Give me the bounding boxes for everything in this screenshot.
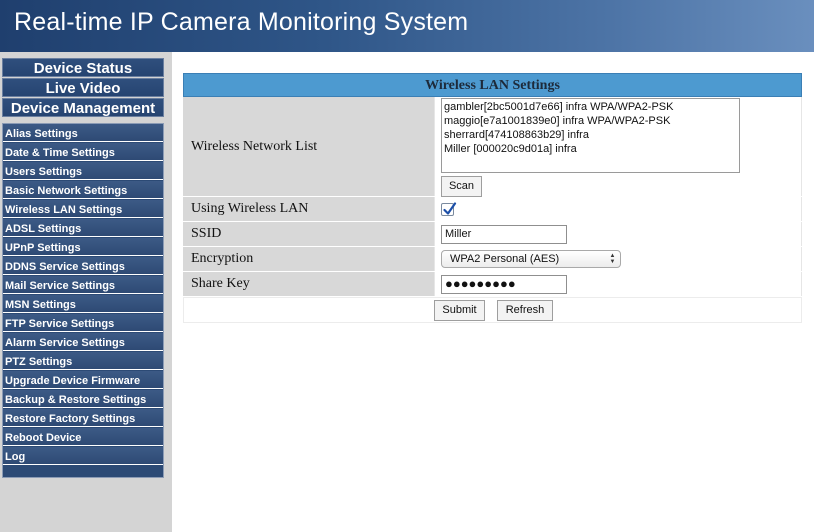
ssid-row: SSID Miller (183, 222, 802, 247)
menu-basic-network-settings[interactable]: Basic Network Settings (3, 181, 163, 199)
menu-ptz-settings[interactable]: PTZ Settings (3, 352, 163, 370)
encryption-selected-value: WPA2 Personal (AES) (450, 253, 560, 265)
menu-log[interactable]: Log (3, 447, 163, 465)
menu-alarm-service-settings[interactable]: Alarm Service Settings (3, 333, 163, 351)
using-wireless-checkbox[interactable] (441, 201, 457, 216)
network-list-row: Wireless Network List gambler[2bc5001d7e… (183, 97, 802, 197)
share-key-cell: ●●●●●●●●● (434, 272, 802, 296)
menu-wireless-lan-settings[interactable]: Wireless LAN Settings (3, 200, 163, 218)
network-item[interactable]: gambler[2bc5001d7e66] infra WPA/WPA2-PSK (444, 100, 737, 114)
menu-alias-settings[interactable]: Alias Settings (3, 124, 163, 142)
network-item[interactable]: Miller [000020c9d01a] infra (444, 142, 737, 156)
encryption-cell: WPA2 Personal (AES) ▲ ▼ (434, 247, 802, 271)
menu-mail-service-settings[interactable]: Mail Service Settings (3, 276, 163, 294)
share-key-label: Share Key (183, 272, 434, 296)
menu-ddns-service-settings[interactable]: DDNS Service Settings (3, 257, 163, 275)
main-nav: Device Status Live Video Device Manageme… (2, 58, 164, 118)
network-list-wrap: gambler[2bc5001d7e66] infra WPA/WPA2-PSK… (441, 97, 740, 197)
app-header: Real-time IP Camera Monitoring System (0, 0, 814, 52)
settings-menu: Alias Settings Date & Time Settings User… (2, 123, 164, 478)
nav-device-status[interactable]: Device Status (2, 58, 164, 77)
app-title: Real-time IP Camera Monitoring System (14, 8, 469, 36)
panel-title: Wireless LAN Settings (183, 73, 802, 97)
ssid-cell: Miller (434, 222, 802, 246)
sidebar: Device Status Live Video Device Manageme… (0, 52, 172, 532)
using-wireless-cell (434, 197, 802, 221)
nav-device-management[interactable]: Device Management (2, 98, 164, 117)
menu-upgrade-device-firmware[interactable]: Upgrade Device Firmware (3, 371, 163, 389)
menu-upnp-settings[interactable]: UPnP Settings (3, 238, 163, 256)
submit-button[interactable]: Submit (434, 299, 485, 321)
menu-ftp-service-settings[interactable]: FTP Service Settings (3, 314, 163, 332)
scan-button[interactable]: Scan (441, 176, 482, 197)
encryption-row: Encryption WPA2 Personal (AES) ▲ ▼ (183, 247, 802, 272)
network-list-label: Wireless Network List (183, 97, 434, 196)
ssid-input[interactable]: Miller (441, 224, 567, 244)
checkmark-icon (443, 201, 457, 215)
share-key-row: Share Key ●●●●●●●●● (183, 272, 802, 297)
nav-live-video[interactable]: Live Video (2, 78, 164, 97)
refresh-button[interactable]: Refresh (497, 299, 553, 321)
share-key-input[interactable]: ●●●●●●●●● (441, 274, 567, 294)
menu-backup-restore-settings[interactable]: Backup & Restore Settings (3, 390, 163, 408)
using-wireless-label: Using Wireless LAN (183, 197, 434, 221)
menu-adsl-settings[interactable]: ADSL Settings (3, 219, 163, 237)
encryption-label: Encryption (183, 247, 434, 271)
menu-msn-settings[interactable]: MSN Settings (3, 295, 163, 313)
menu-date-time-settings[interactable]: Date & Time Settings (3, 143, 163, 161)
encryption-select[interactable]: WPA2 Personal (AES) ▲ ▼ (441, 250, 621, 268)
network-list-cell: gambler[2bc5001d7e66] infra WPA/WPA2-PSK… (434, 97, 802, 197)
menu-restore-factory-settings[interactable]: Restore Factory Settings (3, 409, 163, 427)
menu-reboot-device[interactable]: Reboot Device (3, 428, 163, 446)
wireless-network-list[interactable]: gambler[2bc5001d7e66] infra WPA/WPA2-PSK… (441, 98, 740, 173)
network-item[interactable]: maggio[e7a1001839e0] infra WPA/WPA2-PSK (444, 114, 737, 128)
wireless-settings-panel: Wireless LAN Settings Wireless Network L… (183, 73, 802, 323)
network-item[interactable]: sherrard[474108863b29] infra (444, 128, 737, 142)
select-arrows-icon: ▲ ▼ (609, 253, 616, 265)
using-wireless-row: Using Wireless LAN (183, 197, 802, 222)
form-actions: Submit Refresh (183, 297, 802, 323)
ssid-label: SSID (183, 222, 434, 246)
menu-users-settings[interactable]: Users Settings (3, 162, 163, 180)
